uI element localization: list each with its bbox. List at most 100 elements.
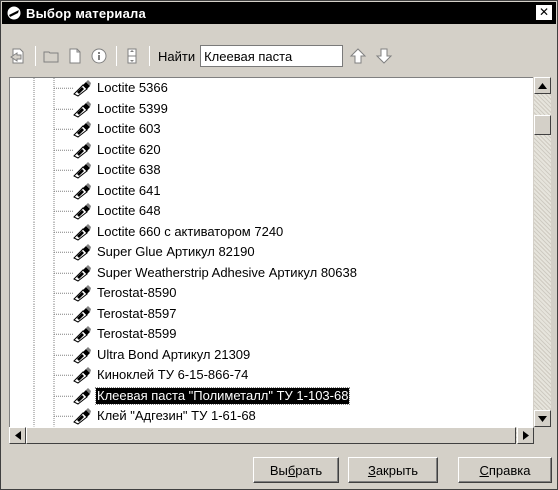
triangle-down-icon (538, 415, 547, 422)
tree-item[interactable]: Super Glue Артикул 82190 (10, 242, 533, 263)
glue-tube-icon (73, 162, 91, 179)
vertical-scrollbar[interactable] (534, 77, 551, 427)
tree-list: Loctite 5366 Loctite 5399 Loctite 603 Locti… (10, 78, 533, 427)
tree-item-label: Super Glue Артикул 82190 (97, 244, 255, 259)
tree-item-label: Loctite 660 с активатором 7240 (97, 223, 284, 239)
find-input[interactable] (200, 45, 344, 67)
triangle-right-icon (522, 431, 529, 440)
info-button[interactable] (88, 45, 110, 67)
glue-tube-icon (73, 80, 91, 97)
glue-tube-icon (73, 223, 91, 241)
toolbar-separator (35, 46, 36, 66)
help-label-accel: С (479, 462, 489, 478)
tree-item[interactable]: Киноклей ТУ 6-15-866-74 (10, 365, 533, 386)
page-icon (69, 48, 81, 64)
folder-icon (43, 51, 59, 63)
tree-item-label: Terostat-8590 (97, 285, 177, 300)
horizontal-scroll-thumb[interactable] (26, 427, 516, 444)
tree-item-label: Loctite 620 (97, 141, 161, 157)
scroll-down-button[interactable] (534, 410, 551, 427)
tree-item-label: Ultra Bond Артикул 21309 (97, 346, 251, 362)
new-document-button[interactable] (64, 45, 86, 67)
glue-tube-icon (73, 367, 91, 384)
split-view-button[interactable] (121, 45, 143, 67)
arrow-down-icon (375, 48, 393, 64)
tree-item[interactable]: Loctite 5366 (10, 78, 533, 99)
tree-item-label: Клей "Адгезин" ТУ 1-61-68 (97, 408, 256, 423)
tree-item[interactable]: Loctite 5399 (10, 98, 533, 119)
tree-item[interactable]: Loctite 620 (10, 139, 533, 160)
find-label: Найти (158, 48, 196, 64)
toolbar-separator (116, 46, 117, 66)
glue-tube-icon (73, 244, 91, 261)
glue-tube-icon (73, 346, 91, 364)
triangle-up-icon (538, 82, 547, 89)
find-next-button[interactable] (373, 45, 395, 67)
tree-item[interactable]: Loctite 648 (10, 201, 533, 222)
tree-item-label: Loctite 5399 (97, 100, 168, 116)
title-bar[interactable]: Выбор материала ✕ (2, 2, 556, 24)
open-folder-button[interactable] (40, 45, 62, 67)
material-app-icon (7, 6, 21, 20)
tree-item[interactable]: Terostat-8599 (10, 324, 533, 345)
tree-item[interactable]: Loctite 603 (10, 119, 533, 140)
tree-item[interactable]: Super Weatherstrip Adhesive Артикул 8063… (10, 262, 533, 283)
tree-item-label: Loctite 603 (97, 121, 161, 136)
tree-item-label: Loctite 638 (97, 162, 161, 177)
scrollbar-corner (534, 427, 551, 444)
document-arrow-icon (10, 48, 24, 64)
tree-item[interactable]: Ultra Bond Артикул 21309 (10, 344, 533, 365)
horizontal-scrollbar[interactable] (9, 427, 534, 444)
tree-item[interactable]: Loctite 641 (10, 180, 533, 201)
glue-tube-icon (73, 121, 91, 138)
select-label-pre: Вы (269, 462, 288, 478)
glue-tube-icon (73, 182, 91, 200)
toolbar-separator (149, 46, 150, 66)
find-previous-button[interactable] (347, 45, 369, 67)
scroll-right-button[interactable] (517, 427, 534, 444)
tree-item[interactable]: Клеевая паста "Полиметалл" ТУ 1-103-68 (10, 385, 533, 406)
split-icon (127, 48, 137, 64)
glue-tube-icon (73, 387, 91, 405)
glue-tube-icon (73, 264, 91, 282)
material-selection-dialog: Выбор материала ✕ Найти Клеевая паста Lo… (0, 0, 558, 490)
glue-tube-icon (73, 326, 91, 343)
tree-item-label: Loctite 5366 (97, 80, 168, 95)
tree-item-label: Киноклей ТУ 6-15-866-74 (97, 367, 249, 382)
material-tree[interactable]: Loctite 5366 Loctite 5399 Loctite 603 Locti… (9, 77, 533, 427)
glue-tube-icon (73, 285, 91, 302)
close-icon: ✕ (538, 5, 550, 19)
select-button[interactable]: Вы б рать (253, 457, 339, 483)
tree-item-label: Terostat-8597 (97, 305, 177, 321)
tree-item[interactable]: Клей "Адгезин" ТУ 1-61-68 (10, 406, 533, 427)
help-label-post: правка (488, 462, 531, 478)
select-label-post: рать (295, 462, 323, 478)
tree-item-label: Loctite 641 (97, 182, 161, 198)
select-label-accel: б (287, 462, 296, 478)
window-title: Выбор материала (26, 5, 146, 21)
toolbar: Найти (7, 42, 555, 70)
tree-item-label: Клеевая паста "Полиметалл" ТУ 1-103-68 (94, 386, 351, 405)
close-button[interactable]: Закрыть (348, 457, 438, 483)
export-button[interactable] (7, 45, 29, 67)
close-label-post: акрыть (375, 462, 419, 478)
close-window-button[interactable]: ✕ (536, 5, 552, 20)
info-icon (91, 48, 107, 64)
tree-item[interactable]: Terostat-8597 (10, 303, 533, 324)
tree-item[interactable]: Loctite 660 с активатором 7240 (10, 221, 533, 242)
glue-tube-icon (73, 100, 91, 118)
tree-item[interactable]: Terostat-8590 (10, 283, 533, 304)
tree-item[interactable]: Loctite 638 (10, 160, 533, 181)
arrow-up-icon (349, 48, 367, 64)
tree-item-label: Terostat-8599 (97, 326, 177, 341)
triangle-left-icon (14, 431, 21, 440)
vertical-scroll-thumb[interactable] (534, 115, 551, 135)
tree-item-label: Loctite 648 (97, 203, 161, 218)
glue-tube-icon (73, 408, 91, 425)
glue-tube-icon (73, 203, 91, 220)
scroll-left-button[interactable] (9, 427, 26, 444)
help-button[interactable]: Справка (458, 457, 552, 483)
tree-item-label: Super Weatherstrip Adhesive Артикул 8063… (97, 264, 357, 280)
scroll-up-button[interactable] (534, 77, 551, 94)
glue-tube-icon (73, 305, 91, 323)
